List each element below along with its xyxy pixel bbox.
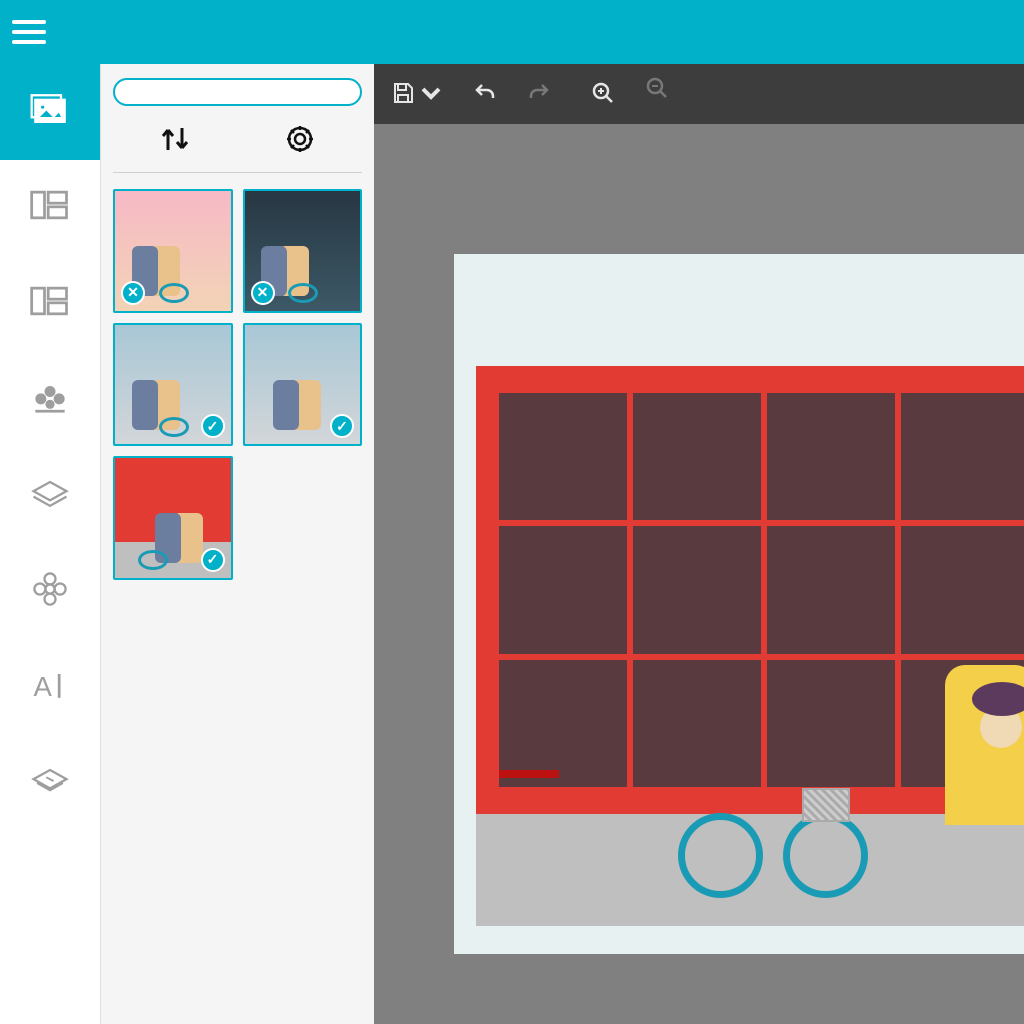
undo-button[interactable] bbox=[472, 81, 498, 107]
check-icon: ✓ bbox=[201, 548, 225, 572]
rail-photos[interactable] bbox=[0, 64, 100, 160]
top-bar bbox=[0, 0, 1024, 64]
backgrounds-icon bbox=[28, 473, 72, 513]
redo-button[interactable] bbox=[526, 81, 552, 107]
zoom-out-label bbox=[655, 102, 658, 113]
thumbnail-photo-4[interactable]: ✓ bbox=[243, 323, 363, 447]
get-more-photos-button[interactable] bbox=[113, 78, 362, 106]
gear-icon bbox=[283, 124, 317, 154]
chevron-down-icon bbox=[418, 81, 444, 105]
card-photo[interactable] bbox=[476, 366, 1024, 926]
thumbnail-photo-5[interactable]: ✓ bbox=[113, 456, 233, 580]
canvas-stage[interactable] bbox=[374, 124, 1024, 1024]
thumbnail-photo-2[interactable]: ✕ bbox=[243, 189, 363, 313]
options-icon bbox=[28, 761, 72, 801]
rail-embellishments[interactable] bbox=[0, 544, 100, 640]
check-icon: ✓ bbox=[201, 414, 225, 438]
undo-icon bbox=[472, 81, 498, 105]
embellishments-icon bbox=[28, 569, 72, 609]
thumbnail-photo-3[interactable]: ✓ bbox=[113, 323, 233, 447]
zoom-out-icon bbox=[644, 76, 670, 100]
zoom-in-icon bbox=[590, 81, 616, 105]
card-name-row bbox=[476, 286, 1024, 356]
layouts-icon bbox=[28, 281, 72, 321]
main-area: A bbox=[0, 64, 1024, 1024]
photo-thumbnails: ✕ ✕ ✓ ✓ ✓ bbox=[113, 189, 362, 580]
variations-icon bbox=[28, 185, 72, 225]
sort-icon bbox=[158, 124, 192, 154]
canvas-toolbar bbox=[374, 64, 1024, 124]
remove-icon[interactable]: ✕ bbox=[121, 281, 145, 305]
save-icon bbox=[390, 81, 416, 105]
photos-panel: ✕ ✕ ✓ ✓ ✓ bbox=[100, 64, 374, 1024]
panel-options-button[interactable] bbox=[283, 124, 317, 158]
more-designs-icon bbox=[28, 377, 72, 417]
svg-text:A: A bbox=[34, 671, 53, 702]
rail-text[interactable]: A bbox=[0, 640, 100, 736]
left-rail: A bbox=[0, 64, 100, 1024]
menu-button[interactable] bbox=[12, 12, 52, 52]
canvas-area bbox=[374, 64, 1024, 1024]
rail-layouts[interactable] bbox=[0, 256, 100, 352]
redo-icon bbox=[526, 81, 552, 105]
invitation-card[interactable] bbox=[454, 254, 1024, 954]
rail-design-variations[interactable] bbox=[0, 160, 100, 256]
sort-button[interactable] bbox=[158, 124, 192, 158]
remove-icon[interactable]: ✕ bbox=[251, 281, 275, 305]
rail-options[interactable] bbox=[0, 736, 100, 832]
sign-text bbox=[499, 770, 559, 778]
text-icon: A bbox=[28, 665, 72, 705]
zoom-out-button[interactable] bbox=[644, 76, 670, 113]
rail-more-designs[interactable] bbox=[0, 352, 100, 448]
save-button[interactable] bbox=[390, 81, 444, 107]
rail-backgrounds[interactable] bbox=[0, 448, 100, 544]
zoom-in-button[interactable] bbox=[590, 81, 616, 107]
thumbnail-photo-1[interactable]: ✕ bbox=[113, 189, 233, 313]
photos-icon bbox=[28, 89, 72, 129]
check-icon: ✓ bbox=[330, 414, 354, 438]
